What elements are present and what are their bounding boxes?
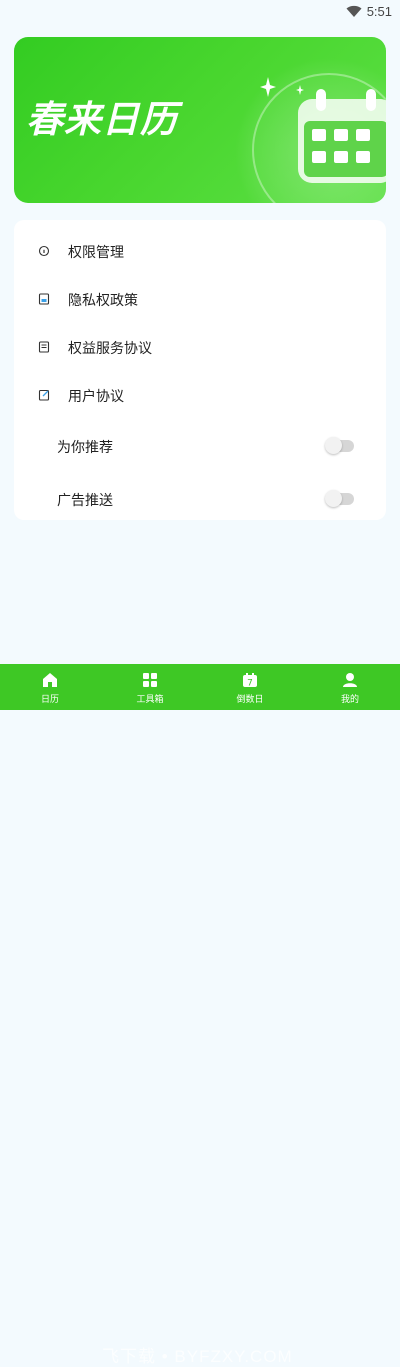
toggle-row-ad-push: 广告推送 xyxy=(14,476,386,524)
tab-calendar[interactable]: 日历 xyxy=(0,664,100,710)
ad-push-toggle[interactable] xyxy=(325,490,354,507)
privacy-doc-icon xyxy=(38,293,50,305)
calendar-icon: 7 xyxy=(243,673,257,689)
bottom-tab-bar: 日历 工具箱 7 倒数日 我的 飞下载 • BYFZXY.COM xyxy=(0,664,400,1366)
menu-item-privacy-policy[interactable]: 隐私权政策 xyxy=(14,276,386,324)
home-icon xyxy=(43,673,57,687)
menu-item-label: 隐私权政策 xyxy=(68,293,138,309)
sparkle-icon xyxy=(260,77,276,97)
menu-item-label: 用户协议 xyxy=(68,389,124,405)
menu-item-user-agreement[interactable]: 用户协议 xyxy=(14,372,386,420)
calendar-icon xyxy=(298,89,386,183)
recommend-toggle[interactable] xyxy=(325,437,354,454)
menu-item-label: 权益服务协议 xyxy=(68,341,152,357)
tab-label: 倒数日 xyxy=(236,695,264,705)
grid-icon xyxy=(143,673,157,687)
toggle-label: 广告推送 xyxy=(57,493,113,509)
tab-label: 日历 xyxy=(40,695,59,705)
tab-toolbox[interactable]: 工具箱 xyxy=(100,664,200,710)
edit-doc-icon xyxy=(38,389,50,401)
tab-label: 我的 xyxy=(340,695,359,705)
tab-label: 工具箱 xyxy=(136,695,164,705)
app-banner: 春来日历 xyxy=(14,37,386,203)
watermark: 飞下载 • BYFZXY.COM xyxy=(102,1347,293,1366)
app-title: 春来日历 xyxy=(26,98,178,141)
person-icon xyxy=(343,673,357,687)
toggle-knob xyxy=(325,490,342,507)
menu-item-label: 权限管理 xyxy=(68,245,124,261)
toggle-label: 为你推荐 xyxy=(57,440,113,456)
calendar-badge: 7 xyxy=(247,679,253,689)
info-icon xyxy=(38,245,50,257)
toggle-knob xyxy=(325,437,342,454)
document-icon xyxy=(38,341,50,353)
settings-card: 权限管理 隐私权政策 权益服务协议 用户协议 为你推荐 广告推送 xyxy=(14,220,386,520)
toggle-row-recommend: 为你推荐 xyxy=(14,423,386,471)
tab-me[interactable]: 我的 xyxy=(300,664,400,710)
menu-item-permissions[interactable]: 权限管理 xyxy=(14,228,386,276)
wifi-icon xyxy=(346,5,362,17)
menu-item-service-agreement[interactable]: 权益服务协议 xyxy=(14,324,386,372)
status-bar: 5:51 xyxy=(0,0,400,24)
tab-countdown[interactable]: 7 倒数日 xyxy=(200,664,300,710)
status-time: 5:51 xyxy=(366,4,392,19)
